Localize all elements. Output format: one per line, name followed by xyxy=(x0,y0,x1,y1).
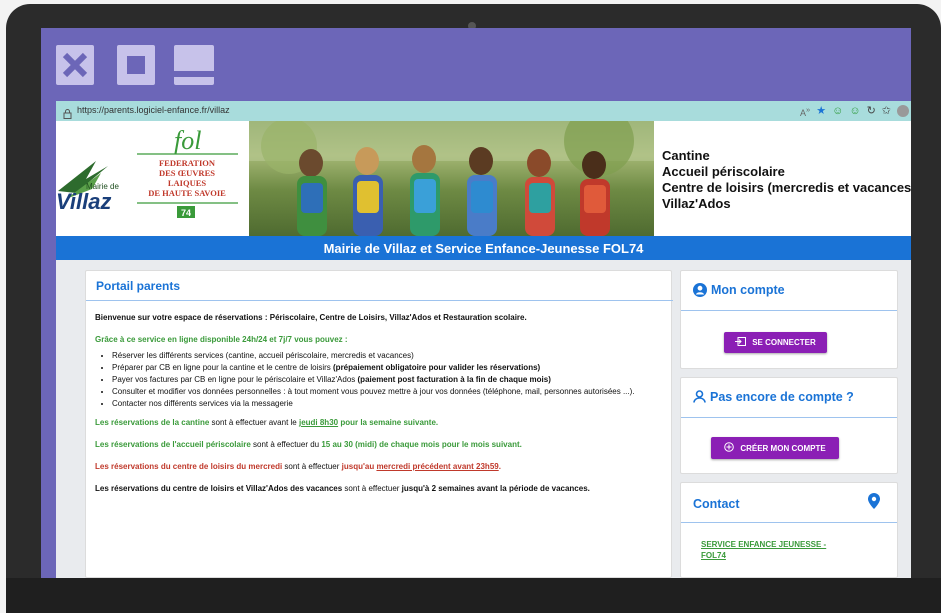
login-button[interactable]: SE CONNECTER xyxy=(724,332,827,353)
mercredi-rule: Les réservations du centre de loisirs du… xyxy=(95,462,501,471)
services-list: Cantine Accueil périscolaire Centre de l… xyxy=(662,148,911,212)
list-item: Payer vos factures par CB en ligne pour … xyxy=(112,374,665,385)
device-frame: https://parents.logiciel-enfance.fr/vill… xyxy=(0,0,941,613)
address-bar-icons: A» ★ ☺ ☺ ↻ ✩ xyxy=(800,103,911,119)
mairie-logo: Mairie de Villaz fol FEDERATION DES ŒUVR… xyxy=(56,126,238,218)
svg-text:FEDERATION: FEDERATION xyxy=(159,158,216,168)
contact-title: Contact xyxy=(693,497,740,511)
login-icon xyxy=(735,337,747,348)
service-periscolaire: Accueil périscolaire xyxy=(662,164,785,179)
svg-text:74: 74 xyxy=(181,208,191,218)
site-header: Mairie de Villaz fol FEDERATION DES ŒUVR… xyxy=(56,121,911,236)
portal-title: Portail parents xyxy=(96,279,181,293)
cantine-rule: Les réservations de la cantine sont à ef… xyxy=(95,418,439,427)
svg-text:DE HAUTE SAVOIE: DE HAUTE SAVOIE xyxy=(148,188,226,198)
close-icon[interactable] xyxy=(56,45,94,85)
monitor-bottom-bar xyxy=(6,578,941,613)
portal-card: Portail parents Bienvenue sur votre espa… xyxy=(85,270,673,578)
service-cantine: Cantine xyxy=(662,148,710,163)
location-pin-icon xyxy=(868,493,880,514)
profile-avatar[interactable] xyxy=(897,105,909,117)
plus-circle-icon xyxy=(724,442,735,454)
mairie-logo-name: Villaz xyxy=(56,189,111,214)
mercredi-deadline: mercredi précédent avant 23h59 xyxy=(376,462,499,471)
fol-logo: fol FEDERATION DES ŒUVRES LAIQUES DE HAU… xyxy=(137,126,238,218)
contact-card: Contact SERVICE ENFANCE JEUNESSE - FOL74 xyxy=(680,482,898,578)
features-list: Réserver les différents services (cantin… xyxy=(112,350,665,409)
contact-link[interactable]: SERVICE ENFANCE JEUNESSE - FOL74 xyxy=(701,539,851,561)
cantine-deadline: jeudi 8h30 xyxy=(298,418,339,427)
extension-icon-2[interactable]: ☺ xyxy=(849,104,860,118)
signup-card: Pas encore de compte ? CRÉER MON COMPTE xyxy=(680,377,898,474)
periscolaire-rule: Les réservations de l'accueil périscolai… xyxy=(95,440,522,449)
address-bar[interactable]: https://parents.logiciel-enfance.fr/vill… xyxy=(56,101,911,121)
divider xyxy=(86,300,673,301)
extension-icon[interactable]: ☺ xyxy=(832,104,843,118)
minimize-icon[interactable] xyxy=(174,45,214,85)
read-aloud-icon[interactable]: A» xyxy=(800,103,810,120)
vacances-rule: Les réservations du centre de loisirs et… xyxy=(95,484,590,493)
site-title-bar: Mairie de Villaz et Service Enfance-Jeun… xyxy=(56,236,911,260)
banner-photo xyxy=(249,121,654,236)
signup-title: Pas encore de compte ? xyxy=(693,390,854,406)
account-card: Mon compte SE CONNECTER xyxy=(680,270,898,369)
divider xyxy=(681,310,897,311)
list-item: Réserver les différents services (cantin… xyxy=(112,350,665,361)
service-villaz-ados: Villaz'Ados xyxy=(662,196,731,211)
user-circle-icon xyxy=(693,283,707,300)
list-item: Contacter nos différents services via la… xyxy=(112,398,665,409)
list-item: Préparer par CB en ligne pour la cantine… xyxy=(112,362,665,373)
divider xyxy=(681,522,897,523)
list-item: Consulter et modifier vos données person… xyxy=(112,386,665,397)
screen: https://parents.logiciel-enfance.fr/vill… xyxy=(41,28,911,578)
service-centre-loisirs: Centre de loisirs (mercredis et vacances… xyxy=(662,180,911,195)
main-content: Portail parents Bienvenue sur votre espa… xyxy=(56,260,911,578)
intro-text: Grâce à ce service en ligne disponible 2… xyxy=(95,335,348,344)
portal-body: Bienvenue sur votre espace de réservatio… xyxy=(95,312,665,505)
favorite-star-icon[interactable]: ★ xyxy=(816,104,826,118)
welcome-text: Bienvenue sur votre espace de réservatio… xyxy=(95,313,527,322)
user-icon xyxy=(693,390,706,406)
url-text[interactable]: https://parents.logiciel-enfance.fr/vill… xyxy=(77,105,230,115)
divider xyxy=(681,417,897,418)
svg-text:DES ŒUVRES: DES ŒUVRES xyxy=(159,168,215,178)
svg-text:fol: fol xyxy=(174,126,201,155)
refresh-icon[interactable]: ↻ xyxy=(867,104,876,118)
logos: Mairie de Villaz fol FEDERATION DES ŒUVR… xyxy=(56,121,248,236)
browser-window: https://parents.logiciel-enfance.fr/vill… xyxy=(56,101,911,578)
create-account-button[interactable]: CRÉER MON COMPTE xyxy=(711,437,839,459)
favorites-icon[interactable]: ✩ xyxy=(882,104,891,118)
maximize-icon[interactable] xyxy=(117,45,155,85)
account-title: Mon compte xyxy=(693,283,785,300)
svg-text:LAIQUES: LAIQUES xyxy=(168,178,207,188)
